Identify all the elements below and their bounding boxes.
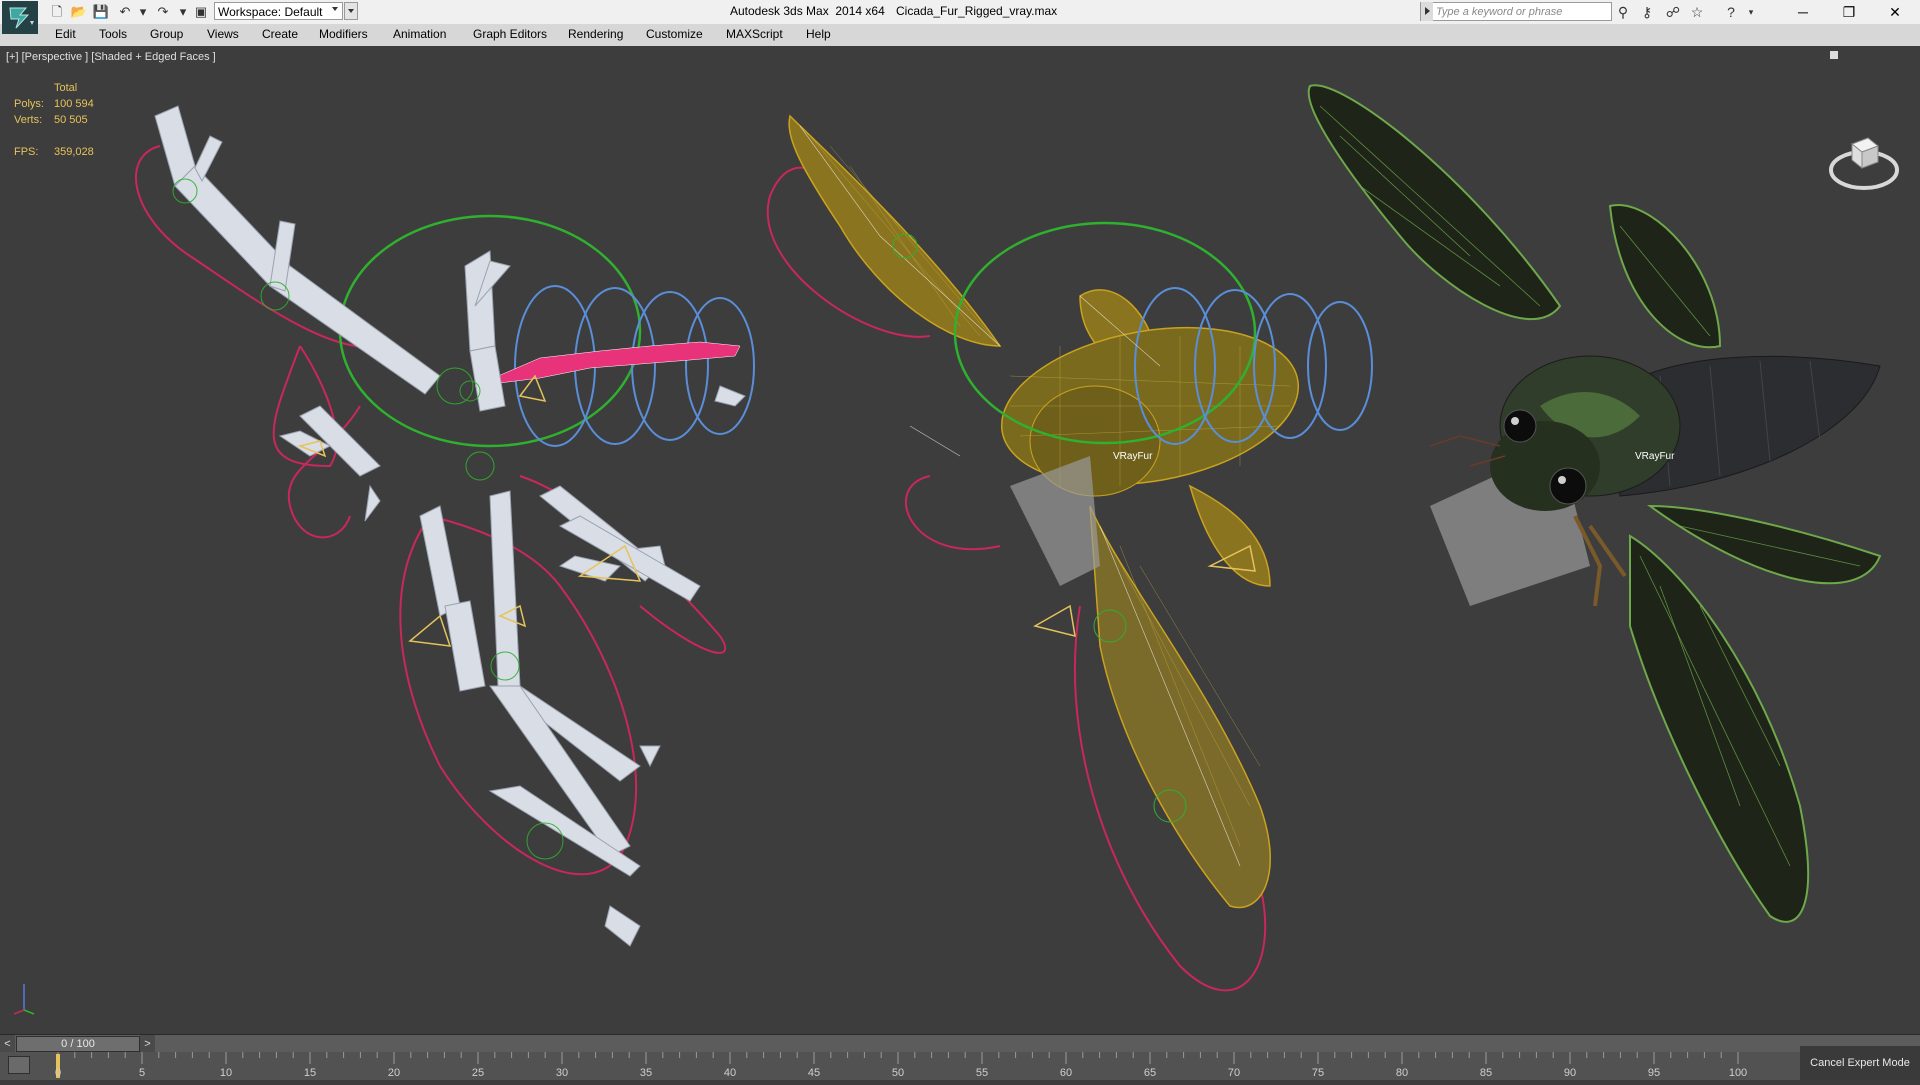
menu-animation[interactable]: Animation <box>393 27 446 41</box>
stats-fps-label: FPS: <box>14 146 39 158</box>
minimize-button[interactable]: ─ <box>1780 0 1826 24</box>
favorites-star-icon[interactable]: ☆ <box>1688 3 1706 21</box>
ruler-tick-label: 10 <box>219 1067 233 1079</box>
subscription-icon[interactable]: ⚷ <box>1638 3 1656 21</box>
wireframe-mesh: VRayFur <box>766 114 1373 992</box>
menu-rendering[interactable]: Rendering <box>568 27 623 41</box>
restore-button[interactable]: ❐ <box>1826 0 1872 24</box>
file-name: Cicada_Fur_Rigged_vray.max <box>896 4 1058 18</box>
time-next-button[interactable]: > <box>140 1035 155 1053</box>
new-file-icon[interactable]: 🗋 <box>48 3 66 21</box>
ruler-tick-label: 70 <box>1227 1067 1241 1079</box>
stats-verts-value: 50 505 <box>54 114 88 126</box>
menu-tools[interactable]: Tools <box>99 27 127 41</box>
redo-icon[interactable]: ↷ <box>154 3 172 21</box>
viewport-maximize-icon[interactable] <box>1830 51 1838 59</box>
time-slider-bar: < 0 / 100 > <box>0 1034 1920 1053</box>
ruler-tick-label: 5 <box>138 1067 146 1079</box>
track-bar[interactable]: 0 5 10 15 20 25 30 35 40 45 50 55 60 65 70 75 80 85 90 95 10… <box>0 1052 1920 1080</box>
ruler-tick-label: 30 <box>555 1067 569 1079</box>
scene-canvas[interactable]: VRayFur VRayFur <box>0 46 1920 1034</box>
ruler-tick-label: 65 <box>1143 1067 1157 1079</box>
time-prev-button[interactable]: < <box>0 1035 15 1053</box>
menu-bar: Edit Tools Group Views Create Modifiers … <box>0 24 1920 47</box>
app-menu-button[interactable] <box>2 1 38 34</box>
vrayfur-label-2: VRayFur <box>1635 451 1675 462</box>
timeline-ruler[interactable]: 0 5 10 15 20 25 30 35 40 45 50 55 60 65 70 75 80 85 90 95 10… <box>54 1052 1747 1080</box>
ruler-tick-label: 15 <box>303 1067 317 1079</box>
ruler-tick-label: 60 <box>1059 1067 1073 1079</box>
stats-polys-value: 100 594 <box>54 98 94 110</box>
menu-views[interactable]: Views <box>207 27 239 41</box>
rendered-cicada: VRayFur <box>1307 84 1882 923</box>
workspace-chevron-icon <box>332 7 338 11</box>
close-button[interactable]: ✕ <box>1872 0 1918 24</box>
menu-maxscript[interactable]: MAXScript <box>726 27 783 41</box>
ruler-tick-label: 55 <box>975 1067 989 1079</box>
open-file-icon[interactable]: 📂 <box>70 3 88 21</box>
ruler-tick-label: 45 <box>807 1067 821 1079</box>
vrayfur-label-1: VRayFur <box>1113 451 1153 462</box>
ruler-tick-label: 40 <box>723 1067 737 1079</box>
menu-graph-editors[interactable]: Graph Editors <box>473 27 547 41</box>
stats-fps-value: 359,028 <box>54 146 94 158</box>
help-dropdown-icon[interactable]: ▾ <box>1742 3 1760 21</box>
menu-modifiers[interactable]: Modifiers <box>319 27 368 41</box>
ruler-tick-label: 75 <box>1311 1067 1325 1079</box>
search-input[interactable] <box>1434 3 1614 21</box>
communication-icon[interactable]: ☍ <box>1664 3 1682 21</box>
workspace-select[interactable]: Workspace: Default <box>214 2 343 20</box>
ruler-tick-label: 20 <box>387 1067 401 1079</box>
menu-group[interactable]: Group <box>150 27 183 41</box>
quick-access-dropdown[interactable] <box>344 2 358 20</box>
ruler-tick-label: 50 <box>891 1067 905 1079</box>
redo-dropdown-icon[interactable]: ▾ <box>174 3 192 21</box>
stats-polys-label: Polys: <box>14 98 44 110</box>
search-expand-icon[interactable] <box>1421 2 1433 21</box>
ruler-tick-label: 95 <box>1647 1067 1661 1079</box>
menu-edit[interactable]: Edit <box>55 27 76 41</box>
ruler-tick-label: 35 <box>639 1067 653 1079</box>
ruler-tick-label: 25 <box>471 1067 485 1079</box>
project-folder-icon[interactable]: ▣ <box>192 3 210 21</box>
ruler-tick-label: 100 <box>1728 1067 1748 1079</box>
undo-icon[interactable]: ↶ <box>116 3 134 21</box>
curve-editor-icon[interactable] <box>8 1056 30 1074</box>
menu-customize[interactable]: Customize <box>646 27 703 41</box>
viewport-label-menu[interactable]: [+] [Perspective ] [Shaded + Edged Faces… <box>6 51 216 63</box>
ruler-tick-label: 90 <box>1563 1067 1577 1079</box>
ruler-tick-label: 85 <box>1479 1067 1493 1079</box>
stats-verts-label: Verts: <box>14 114 43 126</box>
cancel-expert-mode-button[interactable]: Cancel Expert Mode <box>1800 1046 1920 1080</box>
menu-help[interactable]: Help <box>806 27 831 41</box>
stats-total-label: Total <box>54 82 78 94</box>
perspective-viewport[interactable]: VRayFur VRayFur [+] [Perspective] [Shad… <box>0 46 1920 1034</box>
ruler-tick-label: 0 <box>54 1067 62 1079</box>
title-bar: 🗋 📂 💾 ↶ ▾ ↷ ▾ ▣ Workspace: Default Autod… <box>0 0 1920 25</box>
axis-tripod-icon <box>13 984 35 1015</box>
binoculars-icon[interactable]: ⚲ <box>1614 3 1632 21</box>
undo-dropdown-icon[interactable]: ▾ <box>134 3 152 21</box>
menu-create[interactable]: Create <box>262 27 298 41</box>
time-slider[interactable]: 0 / 100 <box>16 1036 140 1052</box>
ruler-tick-label: 80 <box>1395 1067 1409 1079</box>
help-icon[interactable]: ? <box>1722 3 1740 21</box>
bone-rig <box>135 105 755 947</box>
app-title: Autodesk 3ds Max 2014 x64 <box>730 4 885 18</box>
viewcube[interactable] <box>1828 124 1900 196</box>
save-icon[interactable]: 💾 <box>92 3 110 21</box>
